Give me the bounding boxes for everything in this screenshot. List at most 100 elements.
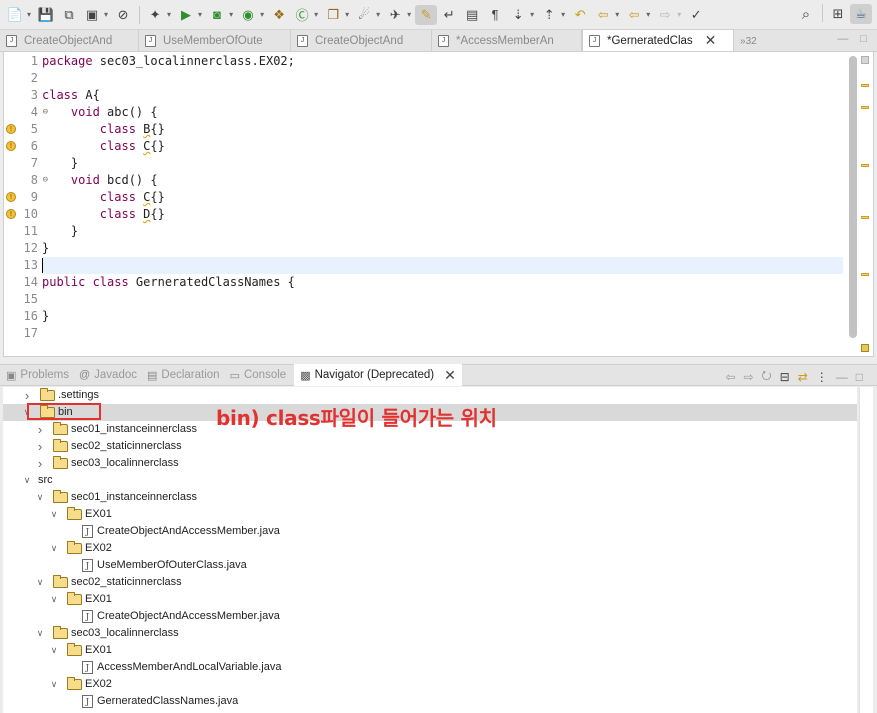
chevron-down-icon[interactable]: ∨	[49, 642, 59, 659]
run-icon[interactable]: ▶	[175, 5, 197, 25]
chevron-right-icon[interactable]: ›	[35, 455, 45, 472]
warning-icon[interactable]: !	[6, 192, 16, 202]
editor-scrollbar[interactable]	[849, 56, 857, 338]
ruler-marker[interactable]	[861, 84, 869, 87]
file-item[interactable]: J GerneratedClassNames.java	[3, 693, 857, 710]
new-java-project-icon[interactable]: ❖	[268, 5, 290, 25]
show-whitespace-icon[interactable]: ¶	[484, 5, 506, 25]
back-icon[interactable]: ⇦	[592, 5, 614, 25]
code-line[interactable]: }	[42, 308, 843, 325]
external-tools-icon[interactable]: ◉	[237, 5, 259, 25]
folder-item[interactable]: ∨ EX01	[3, 591, 857, 608]
last-edit-icon[interactable]: ↶	[569, 5, 591, 25]
skip-breakpoints-icon[interactable]: ⊘	[112, 5, 134, 25]
terminal-icon[interactable]: ▣	[81, 5, 103, 25]
tab-declaration[interactable]: ▤ Declaration	[145, 364, 224, 386]
folder-item[interactable]: ∨ sec03_localinnerclass	[3, 625, 857, 642]
save-icon[interactable]: 💾	[35, 5, 57, 25]
tab-problems[interactable]: ▣ Problems	[4, 364, 73, 386]
new-class-icon[interactable]: Ⓒ	[291, 5, 313, 25]
chevron-down-icon[interactable]: ∨	[49, 506, 59, 523]
tab-navigator[interactable]: ▩ Navigator (Deprecated) ✕	[294, 364, 462, 386]
code-line[interactable]: public class GerneratedClassNames {	[42, 274, 843, 291]
save-all-icon[interactable]: ⧉	[58, 5, 80, 25]
code-line[interactable]	[42, 70, 843, 87]
maximize-icon[interactable]: □	[860, 33, 867, 45]
file-item[interactable]: J UseMemberOfOuterClass.java	[3, 557, 857, 574]
chevron-down-icon[interactable]: ∨	[49, 676, 59, 693]
folder-item[interactable]: ∨ EX02	[3, 676, 857, 693]
toggle-mark-occurrences-icon[interactable]: ✎	[415, 4, 438, 25]
chevron-down-icon[interactable]: ∨	[22, 472, 32, 489]
tab-javadoc[interactable]: @ Javadoc	[77, 364, 141, 386]
folder-item[interactable]: ∨ src	[3, 472, 857, 489]
prev-edit-icon[interactable]: ⇡	[538, 5, 560, 25]
maximize-icon[interactable]: □	[856, 370, 863, 384]
folder-item[interactable]: › sec03_localinnerclass	[3, 455, 857, 472]
chevron-down-icon[interactable]: ∨	[35, 625, 45, 642]
tab-console[interactable]: ▭ Console	[228, 364, 291, 386]
ruler-marker[interactable]	[861, 164, 869, 167]
code-line[interactable]	[42, 257, 843, 274]
code-line[interactable]	[42, 291, 843, 308]
forward-icon[interactable]: ⇨	[743, 370, 753, 384]
forward-icon[interactable]: ⇨	[654, 5, 676, 25]
editor-tab-3[interactable]: J *AccessMemberAn	[432, 30, 582, 51]
coverage-icon[interactable]: ◙	[206, 5, 228, 25]
warning-icon[interactable]: !	[6, 124, 16, 134]
chevron-right-icon[interactable]: ›	[35, 421, 45, 438]
code-line[interactable]: }	[42, 223, 843, 240]
chevron-down-icon[interactable]: ∨	[49, 540, 59, 557]
file-item[interactable]: J AccessMemberAndLocalVariable.java	[3, 659, 857, 676]
folder-item[interactable]: ∨ EX02	[3, 540, 857, 557]
folder-item[interactable]: ∨ sec01_instanceinnerclass	[3, 489, 857, 506]
word-wrap-icon[interactable]: ↵	[438, 5, 460, 25]
collapse-all-icon[interactable]: ⊟	[780, 370, 790, 384]
warning-icon[interactable]: !	[6, 209, 16, 219]
code-line[interactable]: package sec03_localinnerclass.EX02;	[42, 53, 843, 70]
pin-editor-icon[interactable]: ✓	[685, 5, 707, 25]
code-line[interactable]: }	[42, 240, 843, 257]
code-line[interactable]: class A{	[42, 87, 843, 104]
folder-item[interactable]: ∨ EX01	[3, 642, 857, 659]
code-line[interactable]: class D{}	[42, 206, 843, 223]
editor-tab-1[interactable]: J UseMemberOfOute	[139, 30, 291, 51]
chevron-right-icon[interactable]: ›	[35, 438, 45, 455]
chevron-down-icon[interactable]: ∨	[35, 574, 45, 591]
navigator-scrollbar[interactable]	[859, 387, 873, 713]
ruler-marker[interactable]	[861, 344, 869, 352]
up-icon[interactable]: ⭮	[762, 366, 772, 387]
folder-item[interactable]: ∨ sec02_staticinnerclass	[3, 574, 857, 591]
code-line[interactable]: void abc() {	[42, 104, 843, 121]
back-icon[interactable]: ⇦	[725, 370, 735, 384]
code-area[interactable]: package sec03_localinnerclass.EX02;class…	[42, 52, 843, 356]
chevron-right-icon[interactable]: ›	[22, 387, 32, 404]
editor-tab-0[interactable]: J CreateObjectAnd	[0, 30, 139, 51]
folder-item[interactable]: › sec02_staticinnerclass	[3, 438, 857, 455]
next-annotation-icon[interactable]: ✈	[384, 5, 406, 25]
chevron-down-icon[interactable]: ∨	[49, 591, 59, 608]
code-line[interactable]: void bcd() {	[42, 172, 843, 189]
editor-tab-2[interactable]: J CreateObjectAnd	[291, 30, 432, 51]
code-line[interactable]: class C{}	[42, 138, 843, 155]
back-nav-icon[interactable]: ⇦	[623, 5, 645, 25]
close-icon[interactable]: ✕	[444, 367, 456, 384]
minimize-icon[interactable]: —	[836, 370, 848, 384]
debug-icon[interactable]: ✦	[144, 5, 166, 25]
open-perspective-icon[interactable]: ⊞	[827, 4, 849, 24]
link-with-editor-icon[interactable]: ⇄	[798, 370, 808, 384]
open-type-icon[interactable]: ❐	[322, 5, 344, 25]
block-selection-icon[interactable]: ▤	[461, 5, 483, 25]
java-perspective-icon[interactable]: ☕	[850, 4, 872, 24]
close-icon[interactable]: ✕	[705, 32, 717, 49]
tab-overflow-button[interactable]: »32	[740, 36, 757, 47]
file-item[interactable]: J CreateObjectAndAccessMember.java	[3, 608, 857, 625]
minimize-icon[interactable]: —	[837, 33, 848, 45]
code-editor[interactable]: 1 2 3 4 ⊖ 5! 6! 7 8 ⊖ 9! 10! 11 12 13 14 15 16 17 package …	[3, 52, 874, 357]
warning-icon[interactable]: !	[6, 141, 16, 151]
ruler-marker[interactable]	[861, 216, 869, 219]
code-line[interactable]: class C{}	[42, 189, 843, 206]
view-menu-icon[interactable]: ⋮	[816, 370, 828, 384]
folder-item[interactable]: ∨ EX01	[3, 506, 857, 523]
ruler-marker[interactable]	[861, 106, 869, 109]
